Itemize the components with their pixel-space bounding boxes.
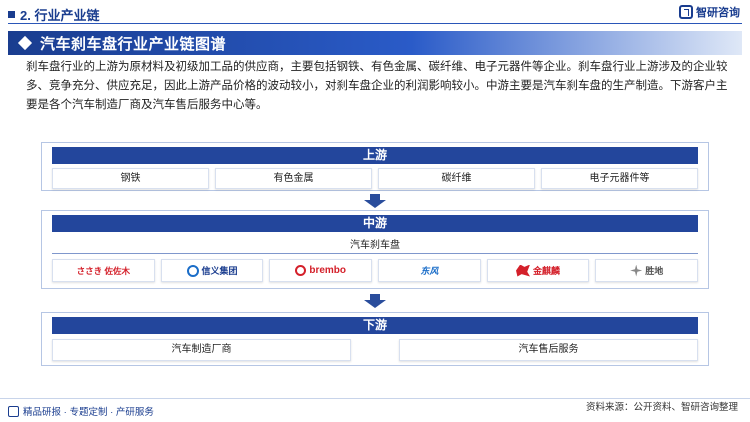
footer-source: 资料来源：公开资料、智研咨询整理 [585, 402, 738, 413]
upstream-item: 碳纤维 [378, 168, 535, 189]
page-title: 汽车刹车盘行业产业链图谱 [40, 35, 227, 53]
midstream-logos: ささき 佐佐木 信义集团 brembo 东风 金麒麟 胜地 [52, 259, 699, 282]
down-arrow-icon [364, 294, 386, 308]
downstream-header: 下游 [52, 317, 698, 334]
brembo-logo: brembo [269, 259, 373, 282]
upstream-header: 上游 [52, 147, 698, 164]
downstream-item: 汽车制造厂商 [52, 339, 351, 361]
upstream-item: 钢铁 [52, 168, 209, 189]
dongfeng-logo: 东风 [378, 259, 481, 282]
xinyi-emblem-icon [186, 264, 199, 277]
winhere-logo: 胜地 [595, 259, 699, 282]
downstream-items: 汽车制造厂商 汽车售后服务 [52, 339, 698, 361]
top-bar: 2. 行业产业链 智研咨询 [0, 0, 750, 26]
intro-paragraph: 刹车盘行业的上游为原材料及初级加工品的供应商，主要包括钢铁、有色金属、碳纤维、电… [26, 61, 728, 111]
dongfeng-logo-text: 东风 [420, 266, 439, 276]
xinyi-logo: 信义集团 [160, 259, 264, 282]
winhere-emblem-icon [630, 264, 643, 277]
downstream-item: 汽车售后服务 [399, 339, 698, 361]
golden-qilin-logo: 金麒麟 [486, 259, 590, 282]
qilin-emblem-icon [516, 264, 531, 277]
midstream-sub-label: 汽车刹车盘 [350, 240, 400, 251]
footer-left: 精品研报 · 专题定制 · 产研服务 [8, 404, 154, 418]
page-title-bar: 汽车刹车盘行业产业链图谱 [8, 31, 742, 55]
down-arrow-icon [364, 194, 386, 208]
golden-qilin-logo-text: 金麒麟 [533, 266, 561, 276]
midstream-panel: 中游 汽车刹车盘 ささき 佐佐木 信义集团 brembo 东风 金麒麟 胜地 [41, 210, 709, 289]
brand-name: 智研咨询 [696, 7, 740, 19]
winhere-logo-text: 胜地 [645, 266, 664, 276]
upstream-panel: 上游 钢铁 有色金属 碳纤维 电子元器件等 [41, 142, 709, 191]
zhiyan-logo-icon [679, 5, 693, 19]
section-bullet-icon [8, 11, 15, 18]
sasaki-logo: ささき 佐佐木 [52, 259, 155, 282]
footer-tagline: 精品研报 · 专题定制 · 产研服务 [23, 407, 154, 418]
midstream-divider [52, 253, 698, 254]
midstream-header: 中游 [52, 215, 698, 232]
brembo-emblem-icon [295, 265, 307, 276]
xinyi-logo-text: 信义集团 [201, 266, 238, 276]
header-rule [8, 23, 742, 24]
brembo-logo-text: brembo [309, 265, 347, 276]
upstream-item: 有色金属 [215, 168, 372, 189]
brand-logo: 智研咨询 [679, 4, 740, 20]
downstream-panel: 下游 汽车制造厂商 汽车售后服务 [41, 312, 709, 366]
section-title: 2. 行业产业链 [8, 5, 99, 24]
section-label: 2. 行业产业链 [20, 8, 100, 23]
brand-small-icon [8, 405, 19, 417]
upstream-item: 电子元器件等 [541, 168, 698, 189]
upstream-items: 钢铁 有色金属 碳纤维 电子元器件等 [52, 168, 698, 189]
sasaki-logo-text: ささき 佐佐木 [76, 265, 131, 276]
diamond-icon [17, 35, 33, 51]
